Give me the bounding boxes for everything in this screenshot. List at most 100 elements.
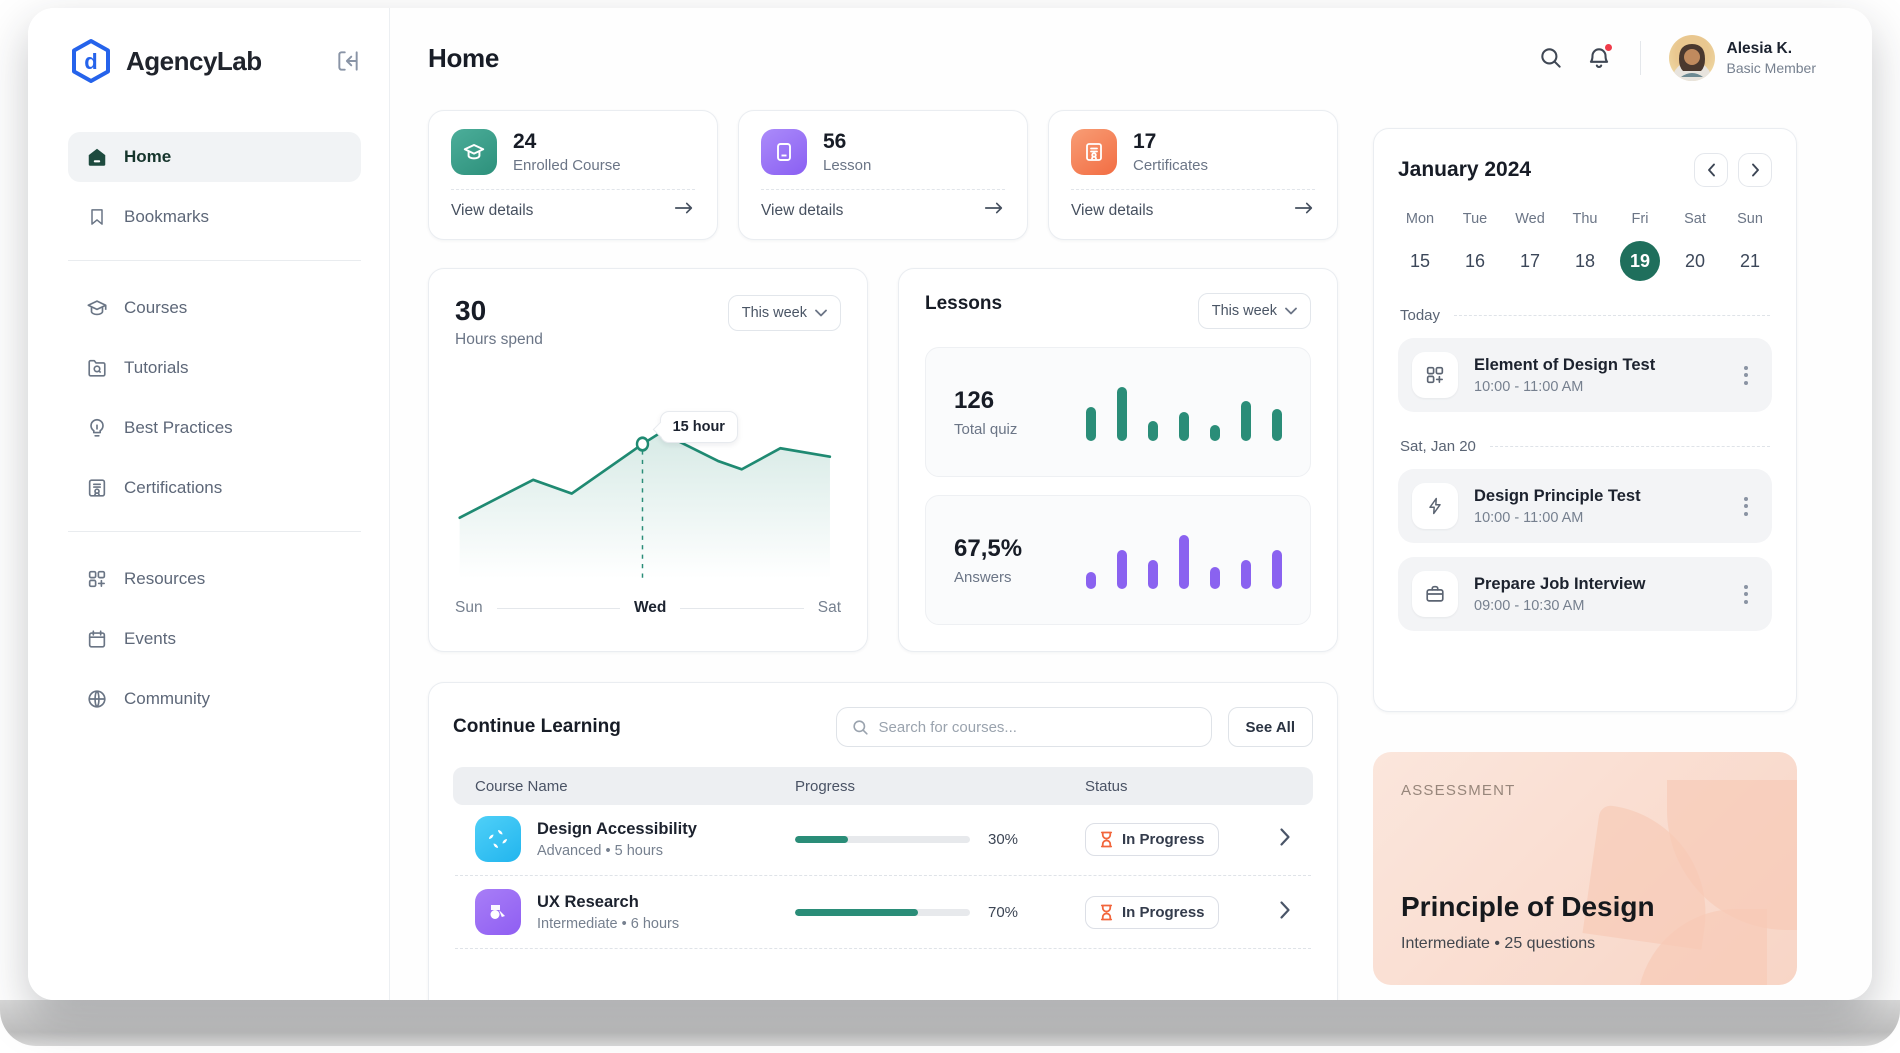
user-role: Basic Member xyxy=(1727,60,1816,76)
course-search-input[interactable] xyxy=(879,719,1197,736)
stat-label: Enrolled Course xyxy=(513,157,621,174)
lesson-icon xyxy=(761,129,807,175)
dashed-divider xyxy=(1071,189,1315,190)
event-menu-kebab[interactable] xyxy=(1734,360,1758,391)
topbar-actions: Alesia K. Basic Member xyxy=(1538,35,1816,81)
column-status: Status xyxy=(1085,778,1275,795)
chevron-right-icon[interactable] xyxy=(1279,900,1291,925)
axis-tick: Wed xyxy=(634,599,666,617)
calendar-day[interactable]: 16 xyxy=(1455,241,1495,281)
table-row[interactable]: UX Research Intermediate • 6 hours 70% xyxy=(453,878,1313,946)
ux-research-icon xyxy=(475,889,521,935)
sidebar-item-resources[interactable]: Resources xyxy=(68,554,361,604)
course-meta: Advanced • 5 hours xyxy=(537,843,697,859)
notification-dot xyxy=(1604,43,1613,52)
topbar-divider xyxy=(1640,41,1641,75)
calendar-day[interactable]: 20 xyxy=(1675,241,1715,281)
sidebar-item-certifications[interactable]: Certifications xyxy=(68,463,361,513)
lessons-range-dropdown[interactable]: This week xyxy=(1198,293,1311,329)
sidebar-item-label: Courses xyxy=(124,298,187,318)
event-card[interactable]: Element of Design Test 10:00 - 11:00 AM xyxy=(1398,338,1772,412)
sidebar-item-courses[interactable]: Courses xyxy=(68,283,361,333)
axis-tick: Sun xyxy=(455,599,483,617)
sidebar-item-community[interactable]: Community xyxy=(68,674,361,724)
event-group-label: Sat, Jan 20 xyxy=(1400,438,1770,455)
dashed-divider xyxy=(455,948,1311,949)
assessment-title: Principle of Design xyxy=(1401,891,1769,923)
chart-tooltip: 15 hour xyxy=(660,411,738,443)
sidebar-item-label: Tutorials xyxy=(124,358,189,378)
status-badge: In Progress xyxy=(1085,896,1219,929)
answers-panel: 67,5% Answers xyxy=(925,495,1311,625)
sidebar-item-bookmarks[interactable]: Bookmarks xyxy=(68,192,361,242)
hours-label: Hours spend xyxy=(455,331,543,349)
sidebar-item-label: Resources xyxy=(124,569,205,589)
course-search[interactable] xyxy=(836,707,1212,747)
notifications-bell-icon[interactable] xyxy=(1586,45,1612,71)
sidebar-item-best-practices[interactable]: Best Practices xyxy=(68,403,361,453)
chevron-down-icon xyxy=(815,309,827,317)
day-of-week: Sat xyxy=(1684,211,1706,227)
calendar-next-button[interactable] xyxy=(1738,153,1772,187)
event-card[interactable]: Design Principle Test 10:00 - 11:00 AM xyxy=(1398,469,1772,543)
certificate-icon xyxy=(86,477,108,499)
table-row[interactable]: Design Accessibility Advanced • 5 hours … xyxy=(453,805,1313,873)
day-of-week: Thu xyxy=(1573,211,1598,227)
status-label: In Progress xyxy=(1122,831,1205,848)
arrow-right-icon xyxy=(673,200,695,221)
course-title: UX Research xyxy=(537,893,679,912)
chevron-right-icon[interactable] xyxy=(1279,827,1291,852)
chevron-down-icon xyxy=(1285,307,1297,315)
event-card[interactable]: Prepare Job Interview 09:00 - 10:30 AM xyxy=(1398,557,1772,631)
sidebar-item-label: Home xyxy=(124,147,171,167)
sidebar-item-events[interactable]: Events xyxy=(68,614,361,664)
sidebar-item-home[interactable]: Home xyxy=(68,132,361,182)
home-icon xyxy=(86,146,108,168)
assessment-banner[interactable]: ASSESSMENT Principle of Design Intermedi… xyxy=(1373,752,1797,985)
hours-range-dropdown[interactable]: This week xyxy=(728,295,841,331)
calendar-day[interactable]: 21 xyxy=(1730,241,1770,281)
search-icon[interactable] xyxy=(1538,45,1564,71)
column-progress: Progress xyxy=(795,778,1085,795)
calendar-day[interactable]: 18 xyxy=(1565,241,1605,281)
sidebar-collapse-icon[interactable] xyxy=(335,48,361,74)
user-menu[interactable]: Alesia K. Basic Member xyxy=(1669,35,1816,81)
table-header: Course Name Progress Status xyxy=(453,767,1313,805)
calendar-day[interactable]: 17 xyxy=(1510,241,1550,281)
answers-bar-chart xyxy=(1086,531,1282,589)
see-all-button[interactable]: See All xyxy=(1228,707,1313,747)
day-of-week: Fri xyxy=(1632,211,1649,227)
folder-search-icon xyxy=(86,357,108,379)
event-title: Design Principle Test xyxy=(1474,487,1641,506)
lightbulb-icon xyxy=(86,417,108,439)
progress-percent: 30% xyxy=(988,831,1018,848)
axis-tick: Sat xyxy=(818,599,841,617)
dashed-divider xyxy=(455,875,1311,876)
brand-name: AgencyLab xyxy=(126,46,323,77)
calendar-day[interactable]: 15 xyxy=(1400,241,1440,281)
stat-value: 56 xyxy=(823,130,871,154)
calendar-day-selected[interactable]: 19 xyxy=(1620,241,1660,281)
stat-value: 17 xyxy=(1133,130,1208,154)
day-of-week: Sun xyxy=(1737,211,1763,227)
view-details-link[interactable]: View details xyxy=(451,200,695,221)
sidebar-item-tutorials[interactable]: Tutorials xyxy=(68,343,361,393)
topbar: Home Alesia K. Basic Member xyxy=(390,8,1872,108)
calendar-prev-button[interactable] xyxy=(1694,153,1728,187)
view-details-link[interactable]: View details xyxy=(1071,200,1315,221)
day-of-week: Tue xyxy=(1463,211,1487,227)
event-menu-kebab[interactable] xyxy=(1734,579,1758,610)
svg-text:d: d xyxy=(84,49,97,74)
stat-label: Certificates xyxy=(1133,157,1208,174)
progress-bar xyxy=(795,909,970,916)
arrow-right-icon xyxy=(983,200,1005,221)
sidebar-divider xyxy=(68,531,361,532)
event-menu-kebab[interactable] xyxy=(1734,491,1758,522)
sidebar: d AgencyLab Home Bookmarks xyxy=(28,8,390,1000)
data-point-marker xyxy=(637,438,648,451)
answers-value: 67,5% xyxy=(954,535,1022,563)
view-details-link[interactable]: View details xyxy=(761,200,1005,221)
main-column: 24 Enrolled Course View details xyxy=(428,110,1338,1000)
stat-card-certificates: 17 Certificates View details xyxy=(1048,110,1338,240)
view-details-label: View details xyxy=(761,202,843,220)
